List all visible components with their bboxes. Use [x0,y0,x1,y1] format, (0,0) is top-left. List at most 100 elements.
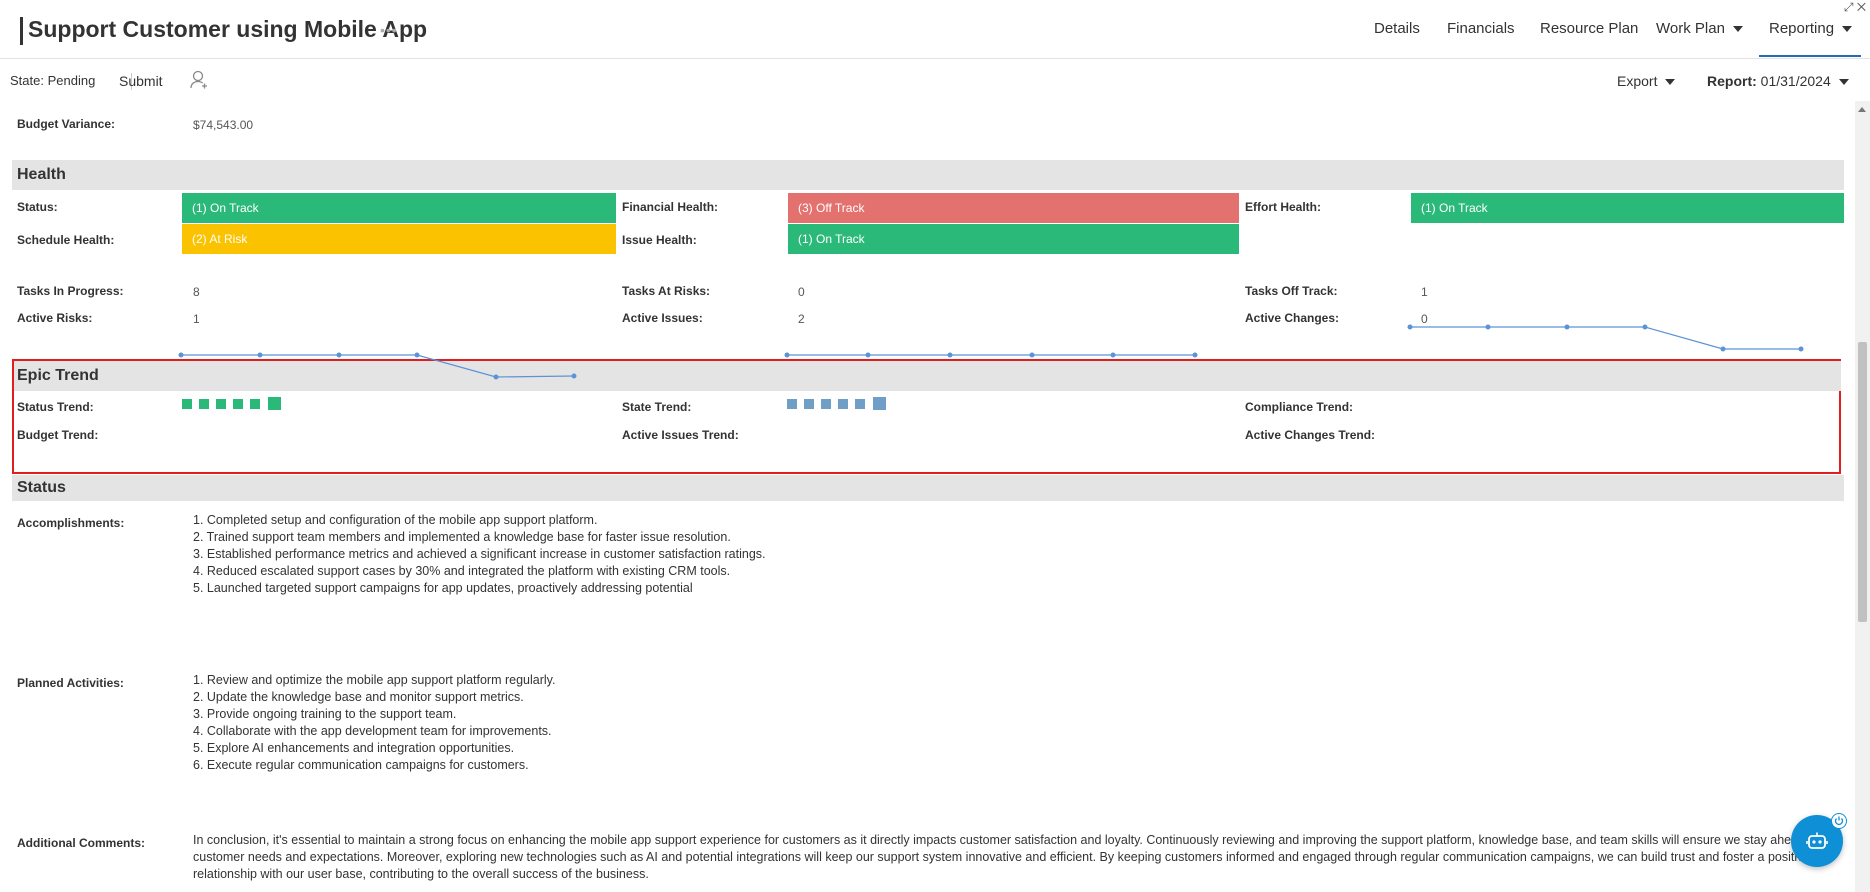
financial-health-label: Financial Health: [622,200,719,214]
active-issues-trend-sparkline [784,352,1198,358]
submit-button[interactable]: Submit [119,73,163,89]
status-label: Status: [17,200,58,214]
chatbot-button[interactable] [1791,813,1847,867]
export-label: Export [1617,73,1658,89]
additional-comments-text: In conclusion, it's essential to maintai… [193,833,1819,881]
active-issues-trend-point [865,352,871,358]
list-item: 3. Established performance metrics and a… [193,547,766,561]
scrollbar-thumb[interactable] [1858,342,1867,622]
budget-trend-point [571,373,577,379]
status-trend-square [268,397,281,410]
title-accent [20,17,23,45]
budget-variance-value: $74,543.00 [193,118,254,132]
robot-icon [1806,832,1828,849]
tasks-at-risks-value: 0 [798,285,805,299]
list-item: 3. Provide ongoing training to the suppo… [193,707,457,721]
active-changes-trend-point [1720,346,1726,352]
active-issues-trend-label: Active Issues Trend: [622,428,739,442]
active-risks-label: Active Risks: [17,311,93,325]
status-trend-square [199,399,209,409]
list-item: 2. Update the knowledge base and monitor… [193,690,524,704]
issue-health-badge: (1) On Track [788,224,1239,254]
budget-trend-point [257,352,263,358]
compliance-trend-label: Compliance Trend: [1245,400,1354,414]
status-trend-square [182,399,192,409]
page-title: Support Customer using Mobile App [28,16,428,42]
budget-variance-label: Budget Variance: [17,117,116,131]
budget-trend-point [178,352,184,358]
list-item: 4. Collaborate with the app development … [193,724,552,738]
top-bar: Support Customer using Mobile App ••• De… [0,0,1870,59]
assign-user-icon[interactable] [190,70,208,93]
more-options-icon[interactable]: ••• [380,22,398,38]
active-changes-trend-point [1798,346,1804,352]
list-item: 5. Launched targeted support campaigns f… [193,581,693,595]
active-issues-trend-point [784,352,790,358]
budget-trend-point [414,352,420,358]
tasks-in-progress-label: Tasks In Progress: [17,284,124,298]
export-menu[interactable]: Export [1617,73,1676,89]
active-changes-trend-point [1564,324,1570,330]
scroll-up-icon[interactable] [1858,107,1866,112]
chevron-down-icon [1842,26,1853,33]
active-issues-trend-point [947,352,953,358]
financial-health-badge: (3) Off Track [788,193,1239,223]
list-item: 1. Completed setup and configuration of … [193,513,598,527]
close-icon[interactable]: ✕ [1857,0,1866,14]
scrollbar[interactable] [1855,101,1870,892]
state-trend-square [873,397,886,410]
active-issues-value: 2 [798,312,805,326]
chevron-down-icon [1665,79,1676,86]
report-date-select[interactable]: Report: 01/31/2024 [1707,73,1849,89]
active-changes-trend-point [1642,324,1648,330]
tab-resource-plan[interactable]: Resource Plan [1540,20,1638,37]
active-issues-trend-point [1110,352,1116,358]
state-indicator: State: Pending [10,73,95,88]
status-section-header: Status [12,475,1844,501]
tab-reporting[interactable]: Reporting [1769,20,1853,37]
accomplishments-label: Accomplishments: [17,516,125,530]
state-trend-square [838,399,848,409]
tab-reporting-label: Reporting [1769,20,1835,37]
status-heading: Status [17,479,66,496]
active-changes-label: Active Changes: [1245,311,1340,325]
planned-activities-list: 1. Review and optimize the mobile app su… [193,672,555,774]
schedule-health-badge: (2) At Risk [182,224,616,254]
active-issues-trend-point [1192,352,1198,358]
window-controls: ⤢ ✕ [1844,0,1866,15]
tab-work-plan[interactable]: Work Plan [1656,20,1743,37]
tasks-off-track-label: Tasks Off Track: [1245,284,1338,298]
active-issues-label: Active Issues: [622,311,703,325]
power-icon[interactable] [1831,813,1847,829]
tab-details[interactable]: Details [1374,20,1420,37]
tasks-in-progress-value: 8 [193,285,200,299]
expand-icon[interactable]: ⤢ [1844,0,1854,14]
toolbar: State: Pending Submit Export Report: 01/… [0,59,1870,101]
list-item: 5. Explore AI enhancements and integrati… [193,741,515,755]
state-value: Pending [47,73,96,88]
state-trend-square [855,399,865,409]
active-tab-indicator [1759,55,1861,57]
active-changes-trend-label: Active Changes Trend: [1245,428,1376,442]
budget-trend-point [493,374,499,380]
chevron-down-icon [1732,26,1743,33]
state-trend-label: State Trend: [622,400,692,414]
tab-financials[interactable]: Financials [1447,20,1515,37]
active-issues-trend-point [1029,352,1035,358]
effort-health-badge: (1) On Track [1411,193,1844,223]
status-badge: (1) On Track [182,193,616,223]
accomplishments-list: 1. Completed setup and configuration of … [193,512,766,597]
report-date: 01/31/2024 [1760,73,1831,89]
health-heading: Health [17,166,66,183]
schedule-health-label: Schedule Health: [17,233,115,247]
budget-trend-sparkline [178,352,577,380]
status-trend-label: Status Trend: [17,400,94,414]
additional-comments-label: Additional Comments: [17,836,145,850]
status-trend-square [233,399,243,409]
active-changes-trend-line [1410,326,1801,350]
active-changes-trend-sparkline [1407,324,1804,352]
tab-work-plan-label: Work Plan [1656,20,1725,37]
main-content: Budget Variance: $74,543.00 Health Statu… [0,101,1855,892]
budget-trend-label: Budget Trend: [17,428,99,442]
active-changes-trend-point [1407,324,1413,330]
